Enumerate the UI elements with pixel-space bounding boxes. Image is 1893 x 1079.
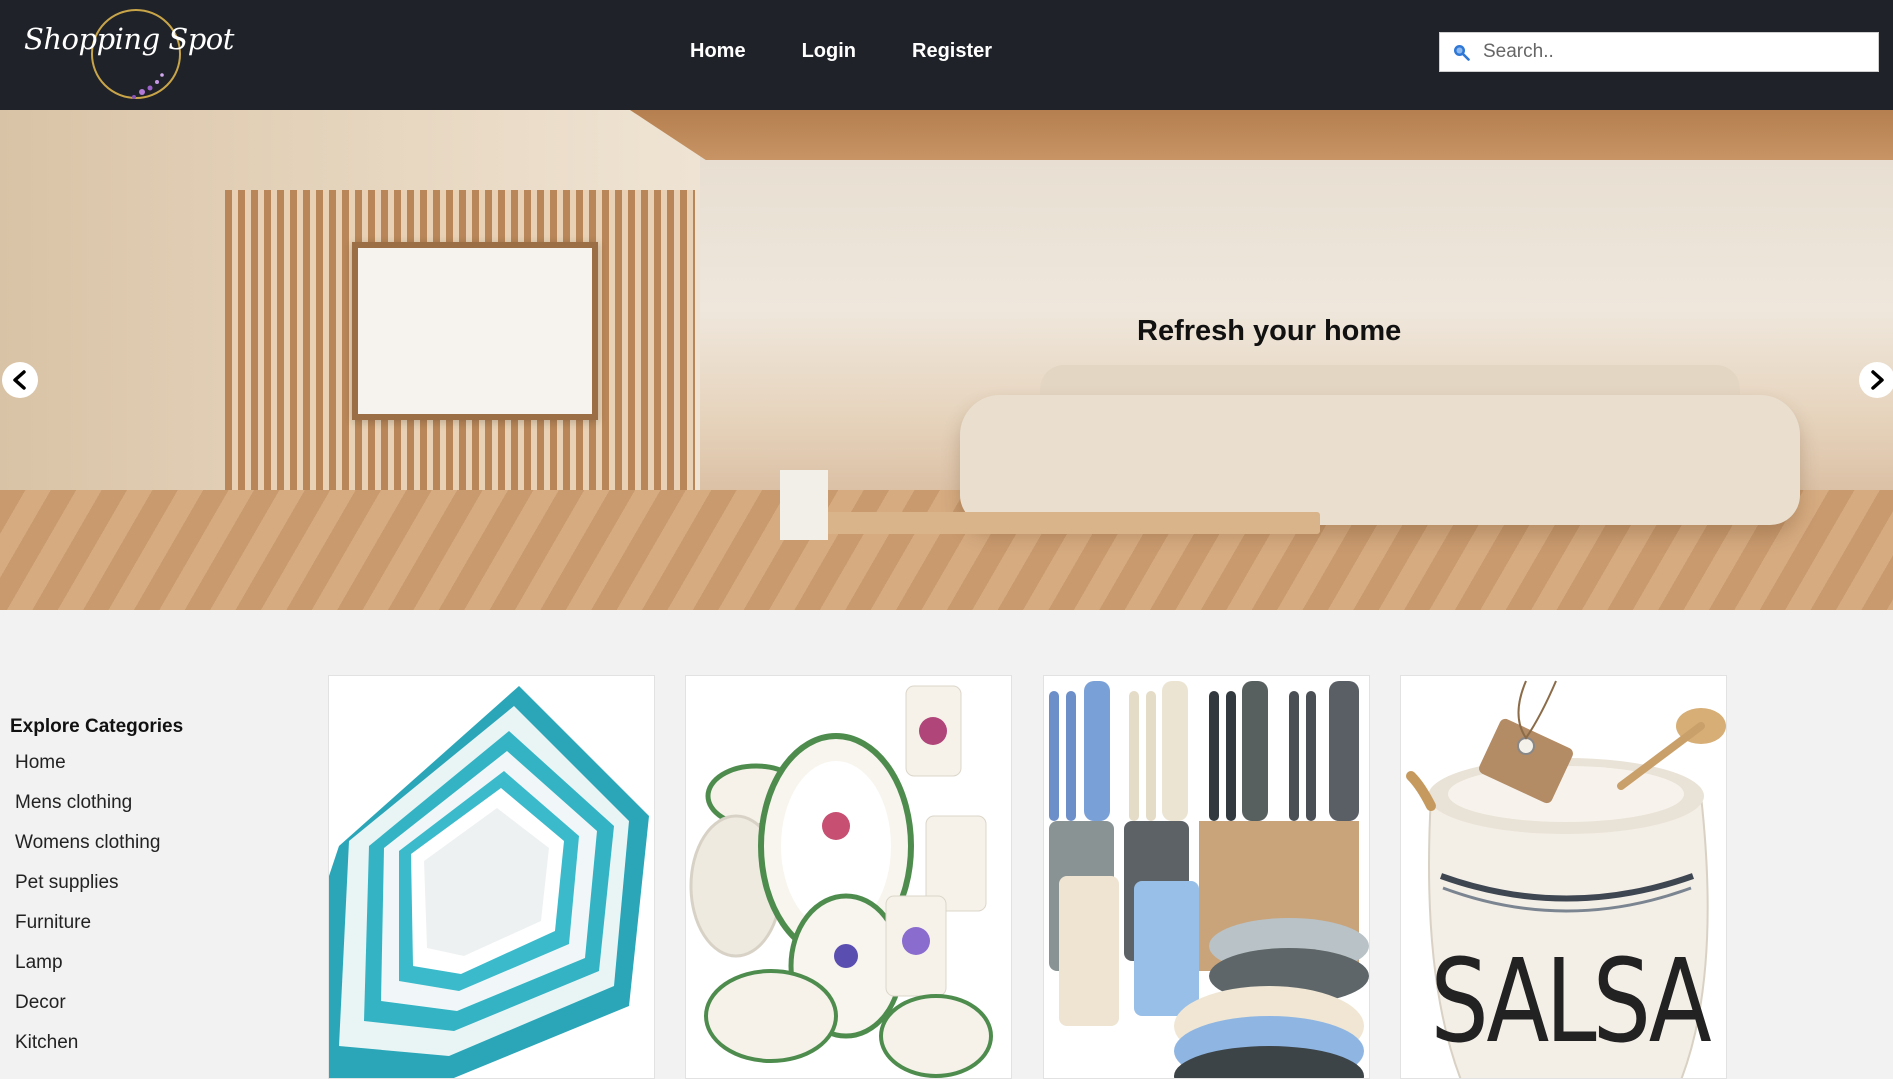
hero-carousel: Refresh your home	[0, 110, 1893, 610]
chevron-right-icon	[1871, 370, 1884, 390]
category-item-decor[interactable]: Decor	[10, 992, 310, 1032]
product-card-salsa-bowl[interactable]: SALSA	[1400, 675, 1727, 1079]
product-image-salsa-bowl: SALSA	[1401, 676, 1726, 1078]
category-item-womens-clothing[interactable]: Womens clothing	[10, 832, 310, 872]
carousel-prev-button[interactable]	[2, 362, 38, 398]
hero-image-plant-pot	[780, 470, 828, 540]
hero-image-frame	[352, 242, 598, 420]
hero-image-ceiling	[630, 110, 1893, 160]
product-image-baking-dishes	[329, 676, 654, 1078]
nav-register-link[interactable]: Register	[912, 40, 992, 63]
category-list: Home Mens clothing Womens clothing Pet s…	[10, 752, 310, 1072]
hero-image-sofa	[960, 395, 1800, 525]
chevron-left-icon	[13, 370, 26, 390]
search-icon[interactable]	[1451, 42, 1471, 62]
nav-home-link[interactable]: Home	[690, 40, 746, 63]
search-input[interactable]	[1481, 40, 1871, 64]
product-card-dinnerware-set[interactable]	[685, 675, 1012, 1079]
categories-sidebar: Explore Categories Home Mens clothing Wo…	[10, 716, 310, 1072]
category-item-lamp[interactable]: Lamp	[10, 952, 310, 992]
top-navbar: Shopping Spot Home Login Register	[0, 0, 1893, 110]
product-card-cutlery-cups-set[interactable]	[1043, 675, 1370, 1079]
logo-text: Shopping Spot	[24, 22, 234, 56]
main-nav: Home Login Register	[690, 40, 992, 63]
search-bar	[1439, 32, 1879, 72]
site-logo[interactable]: Shopping Spot	[14, 4, 234, 106]
product-image-cutlery-cups-set	[1044, 676, 1369, 1078]
hero-title: Refresh your home	[1137, 315, 1402, 347]
category-item-furniture[interactable]: Furniture	[10, 912, 310, 952]
carousel-next-button[interactable]	[1859, 362, 1893, 398]
hero-image-table	[820, 512, 1320, 534]
categories-title: Explore Categories	[10, 716, 184, 737]
nav-login-link[interactable]: Login	[802, 40, 856, 63]
salsa-label-text: SALSA	[1430, 934, 1711, 1069]
category-item-mens-clothing[interactable]: Mens clothing	[10, 792, 310, 832]
category-item-pet-supplies[interactable]: Pet supplies	[10, 872, 310, 912]
category-item-home[interactable]: Home	[10, 752, 310, 792]
product-image-dinnerware-set	[686, 676, 1011, 1078]
product-card-baking-dishes[interactable]	[328, 675, 655, 1079]
category-item-kitchen[interactable]: Kitchen	[10, 1032, 310, 1072]
